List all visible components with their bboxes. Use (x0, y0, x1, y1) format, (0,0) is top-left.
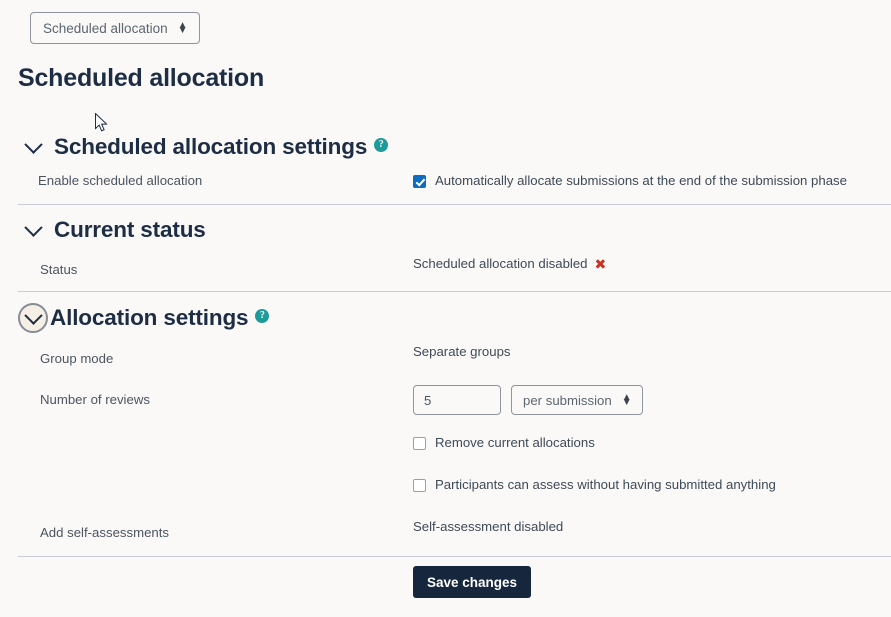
field-value-group-mode: Separate groups (413, 344, 511, 359)
field-label-status: Status (40, 262, 78, 277)
page-title: Scheduled allocation (18, 64, 265, 92)
section-title-scheduled-allocation-settings: Scheduled allocation settings (54, 134, 368, 159)
checkbox-label-participants-can-assess[interactable]: Participants can assess without having s… (435, 477, 776, 492)
allocation-method-select[interactable]: Scheduled allocation ▲ ▼ (30, 12, 200, 44)
status-disabled-x-icon: ✖ (594, 257, 607, 273)
mouse-cursor (95, 113, 108, 132)
field-value-add-self-assessments: Self-assessment disabled (413, 519, 564, 534)
chevron-down-icon (23, 305, 43, 325)
checkbox-remove-current-allocations[interactable] (413, 437, 426, 450)
save-changes-button[interactable]: Save changes (413, 566, 532, 598)
number-of-reviews-input[interactable] (413, 385, 501, 415)
field-remove-current-allocations: Remove current allocations (413, 435, 595, 450)
field-enable-scheduled-allocation: Automatically allocate submissions at th… (413, 173, 847, 188)
section-header-scheduled-allocation-settings: Scheduled allocation settings ? (18, 132, 389, 162)
help-icon[interactable]: ? (255, 309, 270, 323)
updown-arrows-icon: ▲ ▼ (621, 392, 632, 408)
field-value-status: Scheduled allocation disabled ✖ (413, 256, 607, 273)
reviews-per-select[interactable]: per submission ▲ ▼ (511, 385, 643, 415)
checkbox-label-remove-current-allocations[interactable]: Remove current allocations (435, 435, 595, 450)
updown-arrows-icon: ▲ ▼ (177, 20, 188, 36)
collapse-toggle-current-status[interactable] (18, 215, 48, 245)
reviews-per-select-value: per submission (523, 392, 612, 408)
section-divider (18, 291, 891, 292)
section-divider (18, 556, 891, 557)
chevron-down-icon (23, 217, 43, 237)
chevron-down-icon (23, 134, 43, 154)
scheduled-allocation-page: Scheduled allocation ▲ ▼ Scheduled alloca… (0, 0, 891, 617)
checkbox-label-auto-allocate[interactable]: Automatically allocate submissions at th… (435, 173, 847, 188)
jump-menu-container: Scheduled allocation ▲ ▼ (30, 12, 200, 44)
section-header-allocation-settings: Allocation settings ? (18, 303, 270, 333)
section-title-current-status: Current status (54, 217, 206, 242)
checkbox-auto-allocate[interactable] (413, 175, 426, 188)
field-participants-can-assess: Participants can assess without having s… (413, 477, 776, 492)
field-label-enable-scheduled-allocation: Enable scheduled allocation (38, 173, 203, 188)
help-icon[interactable]: ? (374, 138, 389, 152)
field-label-number-of-reviews: Number of reviews (40, 392, 150, 407)
field-label-add-self-assessments: Add self-assessments (40, 525, 169, 540)
section-divider (18, 204, 891, 205)
collapse-toggle-allocation-settings[interactable] (18, 303, 48, 333)
collapse-toggle-scheduled-allocation-settings[interactable] (18, 132, 48, 162)
section-title-allocation-settings: Allocation settings (50, 305, 249, 330)
section-header-current-status: Current status (18, 215, 206, 245)
checkbox-participants-can-assess[interactable] (413, 479, 426, 492)
field-number-of-reviews: per submission ▲▼ (413, 385, 643, 415)
field-label-group-mode: Group mode (40, 351, 114, 366)
status-text: Scheduled allocation disabled (413, 256, 588, 271)
allocation-method-select-value: Scheduled allocation (43, 20, 168, 36)
